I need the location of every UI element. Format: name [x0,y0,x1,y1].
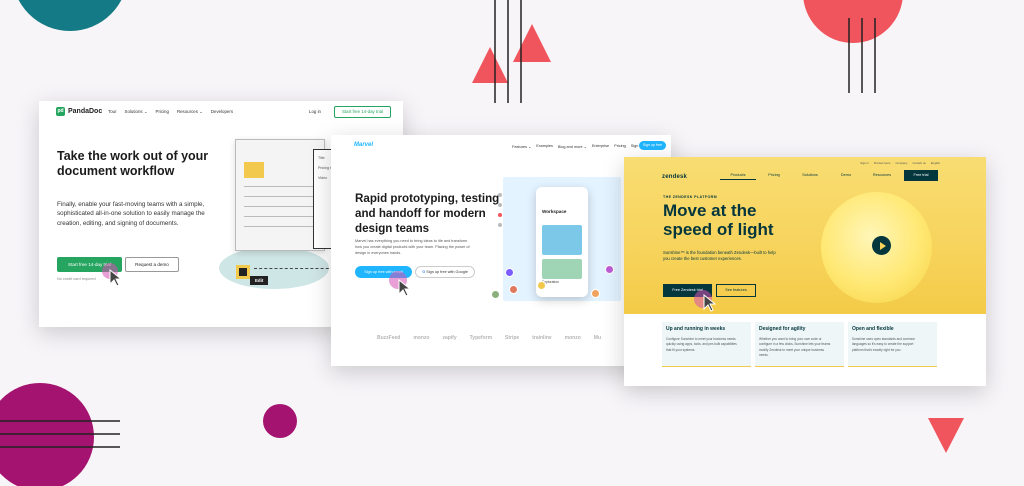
tab-solutions[interactable]: Solutions [792,173,828,180]
free-trial-button-top[interactable]: Free trial [904,170,938,181]
edit-handle-icon [236,265,250,279]
toolbar-dot-icon[interactable] [498,203,502,207]
pandadoc-logo-icon: pd [56,107,65,116]
feature-card: Designed for agility Whether you want to… [755,322,844,367]
nav-item-blog[interactable]: Blog and more ⌄ [558,144,587,149]
eyebrow-label: THE ZENDESK PLATFORM [663,195,718,199]
magenta-dot [263,404,297,438]
utility-link[interactable]: Contact us [912,161,925,165]
nav-item-pricing[interactable]: Pricing [614,144,626,149]
sign-up-google-label: Sign up free with Google [426,270,468,274]
tab-products[interactable]: Products [720,173,756,180]
feature-card-title: Up and running in weeks [666,326,726,332]
coral-triangle-right [513,24,551,62]
customer-logo: monzo [564,335,581,341]
tab-products-label: Products [720,173,756,180]
customer-logo: trainline [532,335,552,341]
sign-up-google-button[interactable]: G Sign up free with Google [415,266,475,278]
zendesk-subtext: Sunshine™ is the foundation beneath Zend… [663,250,776,262]
feature-card-body: Sunshine uses open standards and common … [852,337,916,352]
marvel-headline: Rapid prototyping, testing and handoff f… [355,192,500,235]
customer-logo: zapify [442,335,457,341]
document-preview [235,139,325,251]
coral-triangle-left [472,47,508,83]
cursor-icon [109,269,123,287]
utility-link[interactable]: Product tours [874,161,891,165]
zendesk-screenshot: Sign in Product tours Company Contact us… [624,157,986,386]
nav-item-pricing[interactable]: Pricing [156,109,169,115]
google-icon: G [422,270,426,274]
play-video-icon[interactable] [872,236,891,255]
zendesk-main-nav: Products Pricing Solutions Demo Resource… [720,173,900,180]
toolbar-dot-icon[interactable] [498,223,502,227]
customer-logo: monzo [413,335,430,341]
utility-link[interactable]: Company [895,161,907,165]
tab-resources[interactable]: Resources [864,173,900,180]
zendesk-headline: Move at the speed of light [663,201,774,239]
cursor-icon [398,279,412,297]
nav-item-tour[interactable]: Tour [108,109,117,115]
customer-logo: Typeform [469,335,493,341]
pandadoc-navbar: pd PandaDoc Tour Solutions ⌄ Pricing Res… [39,101,403,123]
customer-logo: BuzzFeed [377,335,401,341]
pandadoc-subtext: Finally, enable your fast-moving teams w… [57,201,205,227]
dashed-connector [254,268,339,269]
teal-circle [18,0,122,31]
see-features-button[interactable]: See features [716,284,756,297]
sign-up-button-top[interactable]: Sign up free [639,141,666,150]
pandadoc-logo[interactable]: pd PandaDoc [56,107,102,116]
request-demo-button[interactable]: Request a demo [125,257,179,272]
avatar [505,268,514,277]
nav-item-developers[interactable]: Developers [211,109,233,115]
utility-link[interactable]: Sign in [860,161,869,165]
feature-card-body: Whether you want to bring your own code … [759,337,831,358]
nav-item-enterprise[interactable]: Enterprise [592,144,609,149]
avatar [509,285,518,294]
avatar [605,265,614,274]
coral-circle-top-right [803,0,903,43]
pandadoc-logo-text: PandaDoc [68,108,103,115]
tab-pricing[interactable]: Pricing [756,173,792,180]
edit-label: Edit [250,276,269,285]
coral-triangle-bottom-right [928,418,964,453]
login-link[interactable]: Log in [309,109,321,114]
feature-card-title: Designed for agility [759,326,806,332]
marvel-subtext: Marvel has everything you need to bring … [355,239,470,256]
marvel-logo[interactable]: Marvel [354,142,373,148]
nav-item-features[interactable]: Features ⌄ [512,144,531,149]
marvel-screenshot: Marvel Features ⌄ Examples Blog and more… [331,135,671,366]
feature-card: Up and running in weeks Configure Sunshi… [662,322,751,367]
nav-item-solutions[interactable]: Solutions ⌄ [125,109,148,115]
toolbar-dot-icon[interactable] [498,213,502,217]
toolbar-dot-icon[interactable] [498,193,502,197]
vertical-lines-center [494,0,522,103]
phone-card-image [542,259,582,279]
utility-link[interactable]: English [931,161,940,165]
feature-card: Open and flexible Sunshine uses open sta… [848,322,937,367]
customer-logo: Stripe [505,335,520,341]
phone-mockup: Workspace Exploration [536,187,588,297]
phone-card-image [542,225,582,255]
marvel-nav-links: Features ⌄ Examples Blog and more ⌄ Ente… [512,144,642,149]
pandadoc-nav-links: Tour Solutions ⌄ Pricing Resources ⌄ Dev… [108,109,233,115]
phone-title: Workspace [542,209,567,214]
feature-card-title: Open and flexible [852,326,894,332]
nav-item-resources[interactable]: Resources ⌄ [177,109,203,115]
no-credit-card-note: No credit card required [57,277,96,281]
avatar [491,290,500,299]
customer-logos: BuzzFeed monzo zapify Typeform Stripe tr… [377,335,601,341]
start-trial-button-top[interactable]: Start free 14-day trial [334,106,391,118]
avatar [537,281,546,290]
zendesk-logo[interactable]: zendesk [662,174,687,180]
tab-demo[interactable]: Demo [828,173,864,180]
avatar [591,289,600,298]
pandadoc-headline: Take the work out of your document workf… [57,149,209,178]
feature-card-body: Configure Sunshine to meet your business… [666,337,737,352]
customer-logo: Mu [593,335,602,341]
nav-item-examples[interactable]: Examples [536,144,553,149]
image-placeholder-icon [244,162,264,178]
utility-nav: Sign in Product tours Company Contact us… [860,161,940,165]
cursor-icon [703,294,717,312]
